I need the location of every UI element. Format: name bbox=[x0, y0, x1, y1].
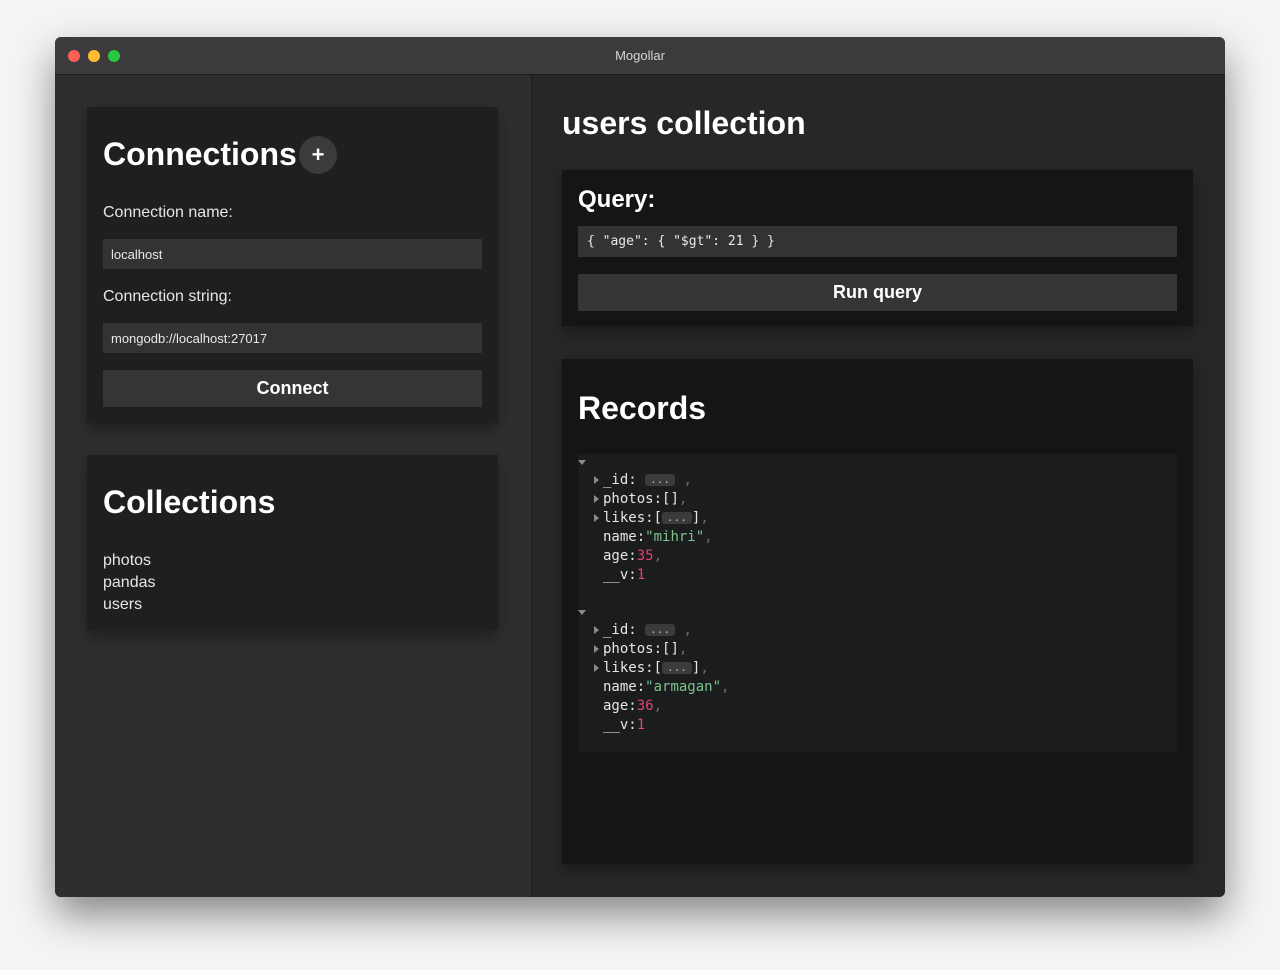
main-panel: users collection Query: Run query Record… bbox=[531, 75, 1225, 897]
name-value: "armagan" bbox=[645, 679, 722, 695]
photos-value: [] bbox=[662, 491, 679, 507]
records-heading: Records bbox=[578, 390, 707, 426]
id-ellipsis-button[interactable]: ... bbox=[645, 474, 676, 486]
connections-heading: Connections bbox=[103, 136, 297, 172]
name-value: "mihri" bbox=[645, 529, 705, 545]
expand-likes-icon[interactable] bbox=[594, 514, 599, 522]
collection-item-pandas[interactable]: pandas bbox=[103, 574, 156, 592]
photos-key: photos: bbox=[603, 641, 663, 657]
age-value: 36 bbox=[636, 698, 654, 714]
records-viewer: _id: ... , photos:[], likes:[...], name:… bbox=[578, 454, 1177, 752]
collapse-record-icon[interactable] bbox=[578, 610, 586, 615]
page-title: users collection bbox=[562, 105, 806, 141]
likes-key: likes: bbox=[603, 510, 654, 526]
likes-ellipsis-button[interactable]: ... bbox=[662, 512, 692, 524]
query-input[interactable] bbox=[578, 226, 1177, 257]
v-value: 1 bbox=[636, 567, 646, 583]
connections-card: Connections + Connection name: Connectio… bbox=[87, 107, 498, 423]
id-ellipsis-button[interactable]: ... bbox=[645, 624, 676, 636]
window-title: Mogollar bbox=[615, 48, 665, 63]
id-key: _id: bbox=[603, 472, 637, 488]
connect-button[interactable]: Connect bbox=[103, 370, 482, 407]
collections-heading: Collections bbox=[103, 484, 276, 520]
expand-photos-icon[interactable] bbox=[594, 645, 599, 653]
connection-name-input[interactable] bbox=[103, 239, 482, 269]
title-bar: Mogollar bbox=[55, 37, 1225, 75]
name-key: name: bbox=[603, 679, 646, 695]
connection-string-input[interactable] bbox=[103, 323, 482, 353]
age-value: 35 bbox=[636, 548, 654, 564]
name-key: name: bbox=[603, 529, 646, 545]
age-key: age: bbox=[603, 548, 637, 564]
app-window: Mogollar Connections + Connection name: … bbox=[55, 37, 1225, 897]
v-key: __v: bbox=[603, 567, 637, 583]
collection-item-users[interactable]: users bbox=[103, 596, 142, 614]
collection-item-photos[interactable]: photos bbox=[103, 552, 151, 570]
connection-name-label: Connection name: bbox=[103, 204, 233, 221]
expand-photos-icon[interactable] bbox=[594, 495, 599, 503]
sidebar: Connections + Connection name: Connectio… bbox=[55, 75, 531, 897]
records-card: Records _id: ... , photos:[], likes:[...… bbox=[562, 359, 1193, 864]
collections-card: Collections photos pandas users bbox=[87, 455, 498, 630]
add-connection-button[interactable]: + bbox=[299, 136, 337, 174]
query-card: Query: Run query bbox=[562, 170, 1193, 326]
query-heading: Query: bbox=[578, 186, 656, 213]
expand-id-icon[interactable] bbox=[594, 626, 599, 634]
likes-key: likes: bbox=[603, 660, 654, 676]
id-key: _id: bbox=[603, 622, 637, 638]
photos-key: photos: bbox=[603, 491, 663, 507]
expand-id-icon[interactable] bbox=[594, 476, 599, 484]
run-query-button[interactable]: Run query bbox=[578, 274, 1177, 311]
v-key: __v: bbox=[603, 717, 637, 733]
collapse-record-icon[interactable] bbox=[578, 460, 586, 465]
photos-value: [] bbox=[662, 641, 679, 657]
v-value: 1 bbox=[636, 717, 646, 733]
expand-likes-icon[interactable] bbox=[594, 664, 599, 672]
likes-ellipsis-button[interactable]: ... bbox=[662, 662, 692, 674]
connection-string-label: Connection string: bbox=[103, 288, 232, 305]
age-key: age: bbox=[603, 698, 637, 714]
